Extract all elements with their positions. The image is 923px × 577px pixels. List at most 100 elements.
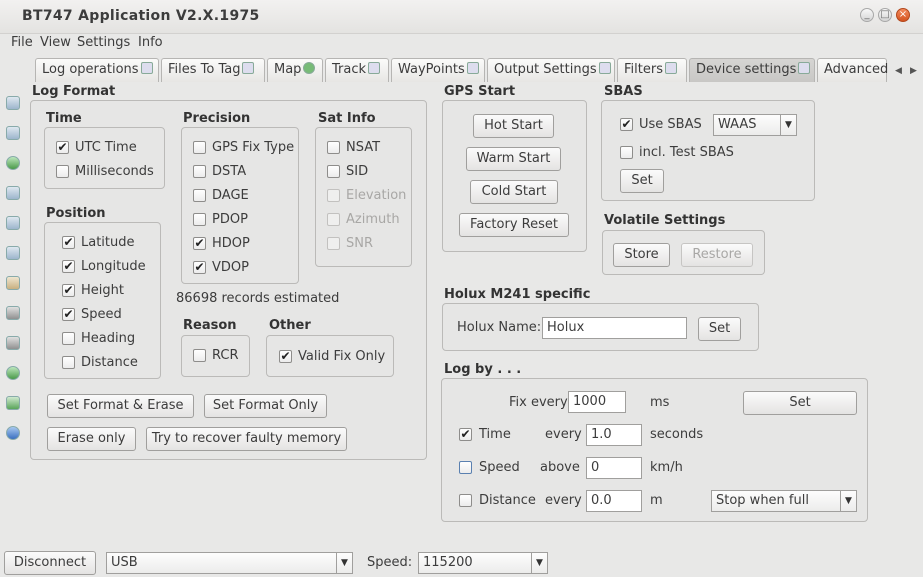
vdop-label: VDOP	[212, 260, 249, 275]
when-full-select[interactable]: Stop when full ▼	[711, 490, 857, 512]
set-format-only-button[interactable]: Set Format Only	[204, 394, 327, 418]
tab-map[interactable]: Map	[267, 58, 323, 82]
set-format-erase-button[interactable]: Set Format & Erase	[47, 394, 194, 418]
log-distance-label: Distance	[479, 493, 536, 508]
speed-above-input[interactable]: 0	[586, 457, 642, 479]
nsat-checkbox[interactable]	[327, 141, 340, 154]
heading-checkbox[interactable]	[62, 332, 75, 345]
globe-icon[interactable]	[6, 156, 20, 170]
milliseconds-label: Milliseconds	[75, 164, 154, 179]
file-icon[interactable]	[6, 126, 20, 140]
log-time-checkbox[interactable]: ✔	[459, 428, 472, 441]
info-icon[interactable]	[6, 426, 20, 440]
recover-memory-button[interactable]: Try to recover faulty memory	[146, 427, 347, 451]
chevron-down-icon: ▼	[336, 553, 352, 573]
file-icon	[242, 62, 255, 74]
baud-select[interactable]: 115200 ▼	[418, 552, 548, 574]
valid-fix-only-label: Valid Fix Only	[298, 349, 386, 364]
gps-fix-type-checkbox[interactable]	[193, 141, 206, 154]
tab-log-operations[interactable]: Log operations	[35, 58, 159, 82]
port-select[interactable]: USB ▼	[106, 552, 353, 574]
wrench-icon[interactable]	[6, 306, 20, 320]
log-distance-checkbox[interactable]	[459, 494, 472, 507]
minimize-button[interactable]: _	[860, 8, 874, 22]
waypoint-icon[interactable]	[6, 216, 20, 230]
maximize-button[interactable]: □	[878, 8, 892, 22]
home-icon[interactable]	[6, 96, 20, 110]
dage-label: DAGE	[212, 188, 249, 203]
valid-fix-only-checkbox[interactable]: ✔	[279, 350, 292, 363]
time-every-input[interactable]: 1.0	[586, 424, 642, 446]
export-icon[interactable]	[6, 246, 20, 260]
menu-file[interactable]: File	[11, 35, 33, 50]
window-title: BT747 Application V2.X.1975	[22, 8, 260, 24]
logby-set-button[interactable]: Set	[743, 391, 857, 415]
test-sbas-checkbox[interactable]	[620, 146, 633, 159]
dsta-checkbox[interactable]	[193, 165, 206, 178]
height-label: Height	[81, 283, 124, 298]
tab-filters[interactable]: Filters	[617, 58, 687, 82]
holux-name-input[interactable]: Holux	[542, 317, 687, 339]
disconnect-button[interactable]: Disconnect	[4, 551, 96, 575]
tab-advanced[interactable]: Advanced	[817, 58, 888, 82]
menu-view[interactable]: View	[40, 35, 71, 50]
tab-files-to-tag[interactable]: Files To Tag	[161, 58, 265, 82]
tab-scroll-left-icon[interactable]: ◀	[895, 66, 902, 76]
erase-only-button[interactable]: Erase only	[47, 427, 136, 451]
pdop-checkbox[interactable]	[193, 213, 206, 226]
track-icon[interactable]	[6, 186, 20, 200]
dsta-label: DSTA	[212, 164, 247, 179]
hot-start-button[interactable]: Hot Start	[473, 114, 554, 138]
latitude-checkbox[interactable]: ✔	[62, 236, 75, 249]
precision-title: Precision	[183, 111, 251, 126]
rcr-checkbox[interactable]	[193, 349, 206, 362]
fix-every-input[interactable]: 1000	[568, 391, 626, 413]
log-speed-checkbox[interactable]	[459, 461, 472, 474]
tools-icon[interactable]	[6, 336, 20, 350]
import-icon[interactable]	[6, 396, 20, 410]
dage-checkbox[interactable]	[193, 189, 206, 202]
sid-checkbox[interactable]	[327, 165, 340, 178]
milliseconds-checkbox[interactable]	[56, 165, 69, 178]
hourglass-icon	[664, 62, 677, 74]
chevron-down-icon: ▼	[840, 491, 856, 511]
restore-button: Restore	[681, 243, 753, 267]
sbas-mode-select[interactable]: WAAS ▼	[713, 114, 797, 136]
test-sbas-label: incl. Test SBAS	[639, 145, 734, 160]
longitude-checkbox[interactable]: ✔	[62, 260, 75, 273]
records-estimated: 86698 records estimated	[176, 291, 340, 306]
fix-unit-label: ms	[650, 395, 670, 410]
holux-set-button[interactable]: Set	[698, 317, 741, 341]
distance-label: Distance	[81, 355, 138, 370]
sat-info-title: Sat Info	[318, 111, 376, 126]
distance-checkbox[interactable]	[62, 356, 75, 369]
satellite-icon[interactable]	[6, 366, 20, 380]
sid-label: SID	[346, 164, 369, 179]
tab-scroll-right-icon[interactable]: ▶	[910, 66, 917, 76]
longitude-label: Longitude	[81, 259, 146, 274]
menu-settings[interactable]: Settings	[77, 35, 130, 50]
wrench-icon	[798, 62, 811, 74]
utc-time-checkbox[interactable]: ✔	[56, 141, 69, 154]
hourglass-icon[interactable]	[6, 276, 20, 290]
use-sbas-checkbox[interactable]: ✔	[620, 118, 633, 131]
snr-label: SNR	[346, 236, 374, 251]
tab-device-settings[interactable]: Device settings	[689, 58, 815, 82]
factory-reset-button[interactable]: Factory Reset	[459, 213, 569, 237]
tab-track[interactable]: Track	[325, 58, 389, 82]
time-group	[44, 127, 165, 189]
speed-checkbox[interactable]: ✔	[62, 308, 75, 321]
vdop-checkbox[interactable]: ✔	[193, 261, 206, 274]
sbas-set-button[interactable]: Set	[620, 169, 664, 193]
close-button[interactable]: ×	[896, 8, 910, 22]
store-button[interactable]: Store	[613, 243, 670, 267]
warm-start-button[interactable]: Warm Start	[466, 147, 561, 171]
chevron-down-icon: ▼	[780, 115, 796, 135]
distance-every-input[interactable]: 0.0	[586, 490, 642, 512]
tab-waypoints[interactable]: WayPoints	[391, 58, 485, 82]
cold-start-button[interactable]: Cold Start	[470, 180, 558, 204]
menu-info[interactable]: Info	[138, 35, 163, 50]
tab-output-settings[interactable]: Output Settings	[487, 58, 615, 82]
height-checkbox[interactable]: ✔	[62, 284, 75, 297]
hdop-checkbox[interactable]: ✔	[193, 237, 206, 250]
